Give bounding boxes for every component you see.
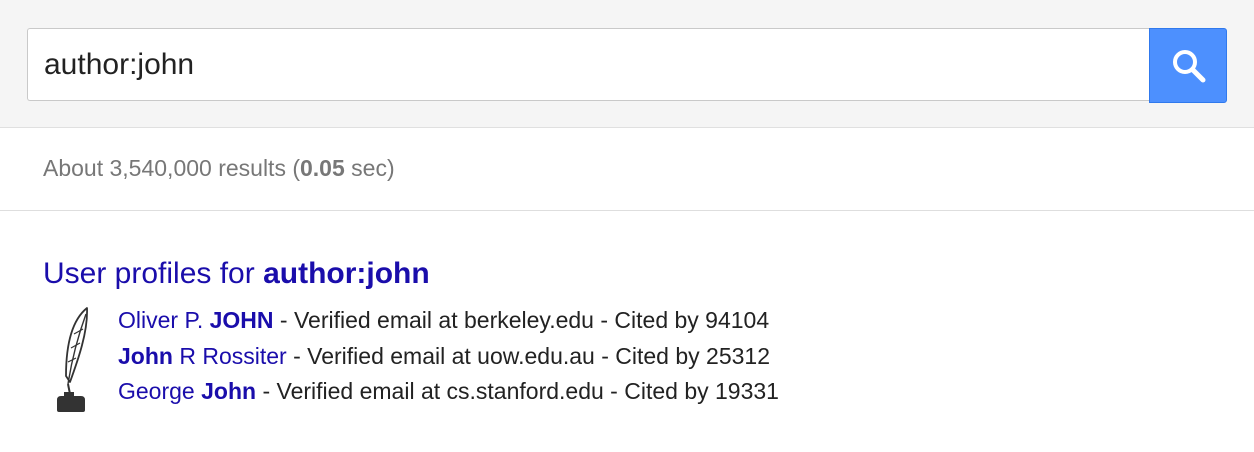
profile-name-part: John (201, 378, 257, 404)
search-button[interactable] (1149, 28, 1227, 103)
results-stats: About 3,540,000 results (0.05 sec) (43, 155, 395, 182)
profile-row: John R Rossiter - Verified email at uow.… (118, 339, 779, 375)
profile-name-part: R Rossiter (172, 342, 287, 369)
profile-name-link[interactable]: John R Rossiter (118, 343, 287, 369)
quill-pen-icon (57, 307, 88, 412)
user-profiles-link[interactable]: User profiles for author:john (43, 257, 430, 291)
results-time: 0.05 (300, 155, 345, 181)
profile-details: - Verified email at cs.stanford.edu - Ci… (256, 378, 779, 404)
search-box[interactable] (27, 28, 1149, 101)
profile-name-link[interactable]: George John (118, 378, 256, 404)
profile-details: - Verified email at berkeley.edu - Cited… (273, 307, 770, 333)
search-icon (1173, 50, 1206, 83)
profile-name-part: JOHN (209, 307, 274, 333)
user-profiles-title: User profiles for (43, 257, 264, 290)
results-time-unit: sec) (344, 155, 395, 181)
profile-row: George John - Verified email at cs.stanf… (118, 374, 779, 410)
profile-name-part: George (118, 378, 202, 404)
profile-name-part: Oliver P. (118, 307, 210, 333)
profile-name-link[interactable]: Oliver P. JOHN (118, 307, 274, 333)
search-input[interactable] (44, 29, 1134, 100)
profile-row: Oliver P. JOHN - Verified email at berke… (118, 303, 779, 339)
results-count-text: About 3,540,000 results ( (43, 155, 300, 181)
profile-name-part: John (118, 342, 173, 369)
profile-list: Oliver P. JOHN - Verified email at berke… (118, 303, 779, 410)
user-profiles-query: author:john (263, 257, 430, 290)
profile-details: - Verified email at uow.edu.au - Cited b… (286, 342, 770, 369)
